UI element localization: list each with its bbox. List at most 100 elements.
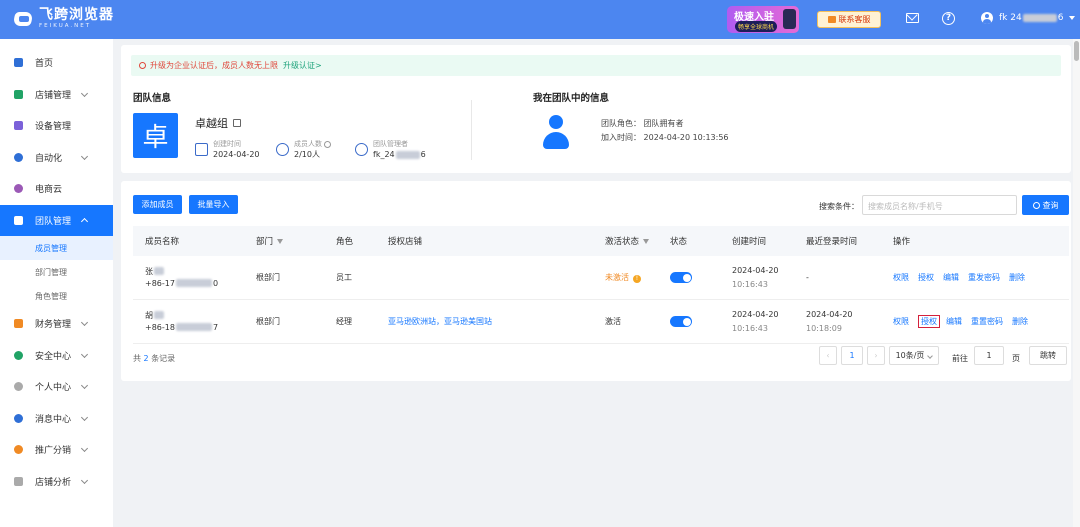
home-icon — [14, 58, 23, 68]
admin-stat: 团队管理者 fk_24 6 — [355, 139, 426, 160]
sidebar-item-automation[interactable]: 自动化 — [0, 142, 113, 174]
goto-page-input[interactable]: 1 — [974, 346, 1004, 365]
sidebar-item-security[interactable]: 安全中心 — [0, 340, 113, 372]
delete-link[interactable]: 删除 — [1009, 273, 1025, 282]
sidebar-item-analytics[interactable]: 店铺分析 — [0, 466, 113, 498]
sidebar-item-messages[interactable]: 消息中心 — [0, 403, 113, 435]
members-label: 成员人数 — [294, 139, 332, 149]
info-icon — [139, 62, 146, 69]
add-member-button[interactable]: 添加成员 — [133, 195, 182, 214]
join-time: 加入时间： 2024-04-20 10:13:56 — [601, 133, 729, 142]
member-name: 胡 +86-18 7 — [145, 310, 219, 332]
status-toggle[interactable] — [670, 272, 692, 283]
prev-page-button[interactable]: ‹ — [819, 346, 837, 365]
upgrade-link[interactable]: 升级认证> — [283, 60, 322, 71]
finance-icon — [14, 319, 23, 329]
help-icon[interactable] — [324, 140, 332, 148]
sidebar: 首页 店铺管理 设备管理 自动化 电商云 团队管理 成员管理 部门管理 角色管理… — [0, 39, 113, 527]
my-info: 团队角色： 团队拥有者 加入时间： 2024-04-20 10:13:56 — [601, 117, 729, 145]
divider — [471, 100, 472, 160]
chat-icon — [827, 16, 836, 23]
col-name: 成员名称 — [145, 237, 180, 247]
scrollbar-thumb[interactable] — [1074, 41, 1079, 61]
bulk-import-button[interactable]: 批量导入 — [189, 195, 238, 214]
sidebar-item-personal[interactable]: 个人中心 — [0, 371, 113, 403]
status-toggle[interactable] — [670, 316, 692, 327]
member-role: 经理 — [336, 317, 352, 326]
edit-link[interactable]: 编辑 — [943, 273, 959, 282]
created-time: 2024-04-20 10:16:43 — [732, 309, 779, 333]
permission-link[interactable]: 权限 — [893, 273, 909, 282]
my-info-title: 我在团队中的信息 — [533, 93, 610, 104]
authorize-link[interactable]: 授权 — [918, 273, 934, 282]
members-icon — [276, 143, 289, 156]
help-icon[interactable]: ? — [942, 12, 955, 25]
col-activation[interactable]: 激活状态 — [605, 235, 650, 247]
username: fk 24 6 — [999, 13, 1064, 23]
members-stat: 成员人数 2/10人 — [276, 139, 332, 160]
logo[interactable]: 飞跨浏览器 FEIKUA.NET — [14, 8, 114, 30]
sidebar-item-cloud[interactable]: 电商云 — [0, 173, 113, 205]
search-button[interactable]: 查询 — [1022, 195, 1069, 215]
team-info-title: 团队信息 — [133, 93, 172, 104]
search-icon — [1032, 201, 1040, 209]
col-created: 创建时间 — [732, 237, 767, 247]
sidebar-item-device[interactable]: 设备管理 — [0, 110, 113, 142]
filter-icon[interactable] — [277, 239, 284, 244]
edit-link[interactable]: 编辑 — [946, 317, 962, 326]
store-icon — [14, 89, 23, 99]
team-role: 团队角色： 团队拥有者 — [601, 119, 684, 128]
contact-service-button[interactable]: 联系客服 — [817, 11, 881, 28]
chevron-down-icon — [80, 444, 89, 453]
automation-icon — [14, 152, 23, 162]
upgrade-notice-text: 升级为企业认证后，成员人数无上限 — [150, 61, 278, 70]
authorize-link[interactable]: 授权 — [918, 315, 940, 328]
sidebar-subitem-roles[interactable]: 角色管理 — [0, 284, 113, 308]
promo-subtitle: 畅享全球商机 — [735, 21, 778, 32]
jump-button[interactable]: 跳转 — [1029, 346, 1067, 365]
permission-link[interactable]: 权限 — [893, 317, 909, 326]
member-stores[interactable]: 亚马逊欧洲站，亚马逊美国站 — [388, 316, 492, 327]
sidebar-item-store[interactable]: 店铺管理 — [0, 79, 113, 111]
sidebar-item-finance[interactable]: 财务管理 — [0, 308, 113, 340]
sidebar-item-team[interactable]: 团队管理 — [0, 204, 113, 236]
bell-icon — [14, 413, 23, 423]
next-page-button[interactable]: › — [867, 346, 885, 365]
admin-icon — [355, 143, 368, 156]
sidebar-subitem-departments[interactable]: 部门管理 — [0, 260, 113, 284]
page-size-select[interactable]: 10条/页 — [889, 346, 939, 365]
chevron-down-icon — [80, 89, 89, 97]
promo-banner[interactable]: 极速入驻 畅享全球商机 — [727, 6, 799, 33]
delete-link[interactable]: 删除 — [1012, 317, 1028, 326]
search-label: 搜索条件： — [819, 202, 859, 211]
sidebar-subitem-members[interactable]: 成员管理 — [0, 236, 113, 260]
col-actions: 操作 — [893, 237, 911, 247]
page-number[interactable]: 1 — [841, 346, 863, 365]
sidebar-item-promotion[interactable]: 推广分销 — [0, 434, 113, 466]
member-dept: 根部门 — [256, 317, 280, 326]
user-menu[interactable]: fk 24 6 — [981, 12, 1076, 24]
col-dept[interactable]: 部门 — [256, 235, 284, 247]
chevron-up-icon — [80, 217, 89, 225]
mail-icon[interactable] — [906, 13, 919, 23]
col-role: 角色 — [336, 237, 354, 247]
row-actions: 权限 授权 编辑 重置密码 删除 — [893, 315, 1037, 328]
resend-password-link[interactable]: 重发密码 — [968, 273, 1000, 282]
chevron-down-icon — [80, 152, 89, 160]
reset-password-link[interactable]: 重置密码 — [971, 317, 1003, 326]
sidebar-item-home[interactable]: 首页 — [0, 47, 113, 79]
edit-icon[interactable] — [233, 119, 241, 127]
filter-icon[interactable] — [643, 239, 650, 244]
user-avatar-icon — [981, 12, 993, 24]
team-info-card: 升级为企业认证后，成员人数无上限 升级认证> 团队信息 卓 卓越组 创建时间 20… — [121, 45, 1071, 173]
last-login-time: - — [806, 272, 809, 282]
member-role: 员工 — [336, 273, 352, 282]
logo-subtitle: FEIKUA.NET — [39, 23, 92, 29]
cloud-icon — [14, 184, 23, 194]
person-icon — [14, 382, 23, 392]
created-stat: 创建时间 2024-04-20 — [195, 139, 260, 160]
search-input[interactable]: 搜索成员名称/手机号 — [862, 195, 1017, 215]
warning-icon[interactable]: ! — [633, 275, 641, 283]
chevron-down-icon — [80, 413, 89, 421]
scrollbar[interactable] — [1073, 39, 1080, 527]
